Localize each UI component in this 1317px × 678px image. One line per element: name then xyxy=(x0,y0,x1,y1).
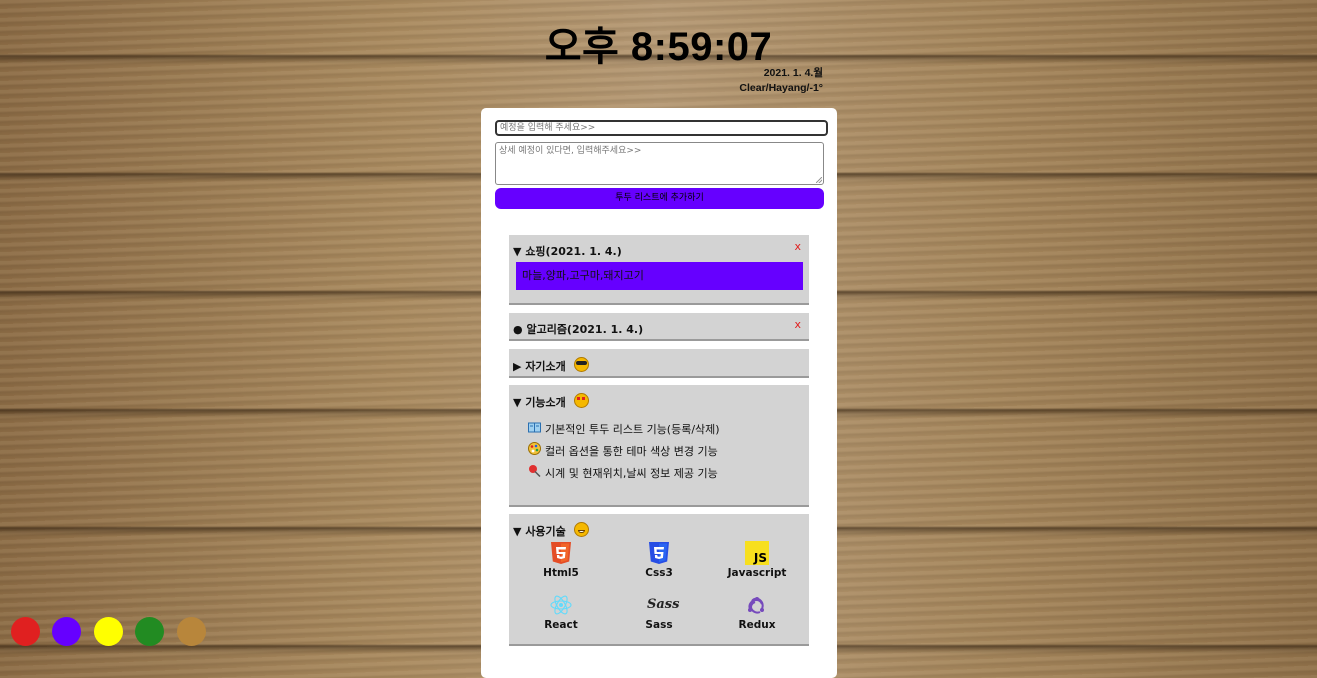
section-title: 기능소개 xyxy=(525,396,566,409)
todo-title-input[interactable]: 예정을 입력해 주세요>> xyxy=(495,120,828,136)
react-icon xyxy=(550,595,572,615)
html5-icon xyxy=(551,542,571,564)
feature-item: 시계 및 현재위치,날씨 정보 제공 기능 xyxy=(527,464,718,481)
tech-redux: Redux xyxy=(727,593,787,631)
section-tech-toggle[interactable]: ▼ 사용기술 xyxy=(513,522,589,539)
grin-emoji-icon xyxy=(573,522,589,537)
star-eyes-emoji-icon xyxy=(573,393,589,408)
clock-meta: 2021. 1. 4.월 Clear/Hayang/-1° xyxy=(739,66,823,96)
section-intro: ▶ 자기소개 xyxy=(509,349,809,378)
tech-label: Sass xyxy=(645,619,673,631)
tech-label: Css3 xyxy=(645,567,673,579)
expand-marker-icon: ▼ xyxy=(513,245,522,258)
pin-icon xyxy=(527,464,541,480)
theme-color-brown[interactable] xyxy=(177,617,206,646)
redux-icon xyxy=(748,597,764,614)
expanded-marker-icon: ▼ xyxy=(513,396,522,409)
resize-grip-icon[interactable] xyxy=(816,177,822,183)
feature-text: 컬러 옵션을 통한 테마 색상 변경 기능 xyxy=(545,445,718,458)
section-title: 자기소개 xyxy=(525,360,566,373)
sass-icon: Sass xyxy=(647,597,680,612)
clock-time: 오후 8:59:07 xyxy=(544,25,773,69)
theme-color-red[interactable] xyxy=(11,617,40,646)
section-title: 사용기술 xyxy=(525,525,566,538)
delete-todo-button[interactable]: x xyxy=(794,240,801,253)
tech-react: React xyxy=(531,593,591,631)
date-label: 2021. 1. 4.월 xyxy=(763,67,823,79)
tech-html5: Html5 xyxy=(531,541,591,579)
todo-detail-textarea[interactable]: 상세 예정이 있다면, 입력해주세요>> xyxy=(495,142,824,185)
theme-color-yellow[interactable] xyxy=(94,617,123,646)
todo-title-text: 알고리즘(2021. 1. 4.) xyxy=(526,323,644,336)
tech-label: React xyxy=(544,619,578,631)
section-features: ▼ 기능소개 기본적인 투두 리스트 기능(등록/삭제) 컬러 옵션을 통한 테… xyxy=(509,385,809,507)
section-features-toggle[interactable]: ▼ 기능소개 xyxy=(513,393,589,410)
sunglasses-emoji-icon xyxy=(573,357,589,372)
tech-javascript: JS Javascript xyxy=(727,541,787,579)
todo-title-text: 쇼핑(2021. 1. 4.) xyxy=(525,245,622,258)
tech-label: Redux xyxy=(738,619,776,631)
delete-todo-button[interactable]: x xyxy=(794,318,801,331)
tech-css3: Css3 xyxy=(629,541,689,579)
section-tech: ▼ 사용기술 Html5 Css3 JS Javascript React Sa… xyxy=(509,514,809,646)
section-intro-toggle[interactable]: ▶ 자기소개 xyxy=(513,357,589,374)
weather-label: Clear/Hayang/-1° xyxy=(739,82,823,94)
palette-icon xyxy=(527,442,541,458)
theme-color-green[interactable] xyxy=(135,617,164,646)
todo-title[interactable]: ● 알고리즘(2021. 1. 4.) xyxy=(513,321,643,337)
javascript-icon: JS xyxy=(745,541,769,565)
theme-color-purple[interactable] xyxy=(52,617,81,646)
feature-item: 기본적인 투두 리스트 기능(등록/삭제) xyxy=(527,421,720,437)
collapsed-marker-icon: ▶ xyxy=(513,360,522,373)
feature-item: 컬러 옵션을 통한 테마 색상 변경 기능 xyxy=(527,442,718,459)
tech-label: Html5 xyxy=(543,567,579,579)
todo-item-algorithm: ● 알고리즘(2021. 1. 4.) x xyxy=(509,313,809,341)
css3-icon xyxy=(649,542,669,564)
bullet-marker-icon: ● xyxy=(513,323,523,336)
add-todo-button[interactable]: 투두 리스트에 추가하기 xyxy=(495,188,824,209)
tech-label: Javascript xyxy=(727,567,787,579)
tech-sass: Sass Sass xyxy=(629,593,689,631)
todo-title[interactable]: ▼ 쇼핑(2021. 1. 4.) xyxy=(513,243,622,259)
todo-item-shopping: ▼ 쇼핑(2021. 1. 4.) x 마늘,양파,고구마,돼지고기 xyxy=(509,235,809,305)
feature-text: 시계 및 현재위치,날씨 정보 제공 기능 xyxy=(545,467,718,480)
todo-detail: 마늘,양파,고구마,돼지고기 xyxy=(516,262,803,290)
todo-detail-placeholder: 상세 예정이 있다면, 입력해주세요>> xyxy=(499,146,642,156)
feature-text: 기본적인 투두 리스트 기능(등록/삭제) xyxy=(545,423,720,436)
expanded-marker-icon: ▼ xyxy=(513,525,522,538)
todo-panel: 예정을 입력해 주세요>> 상세 예정이 있다면, 입력해주세요>> 투두 리스… xyxy=(481,108,837,678)
book-icon xyxy=(527,422,541,436)
